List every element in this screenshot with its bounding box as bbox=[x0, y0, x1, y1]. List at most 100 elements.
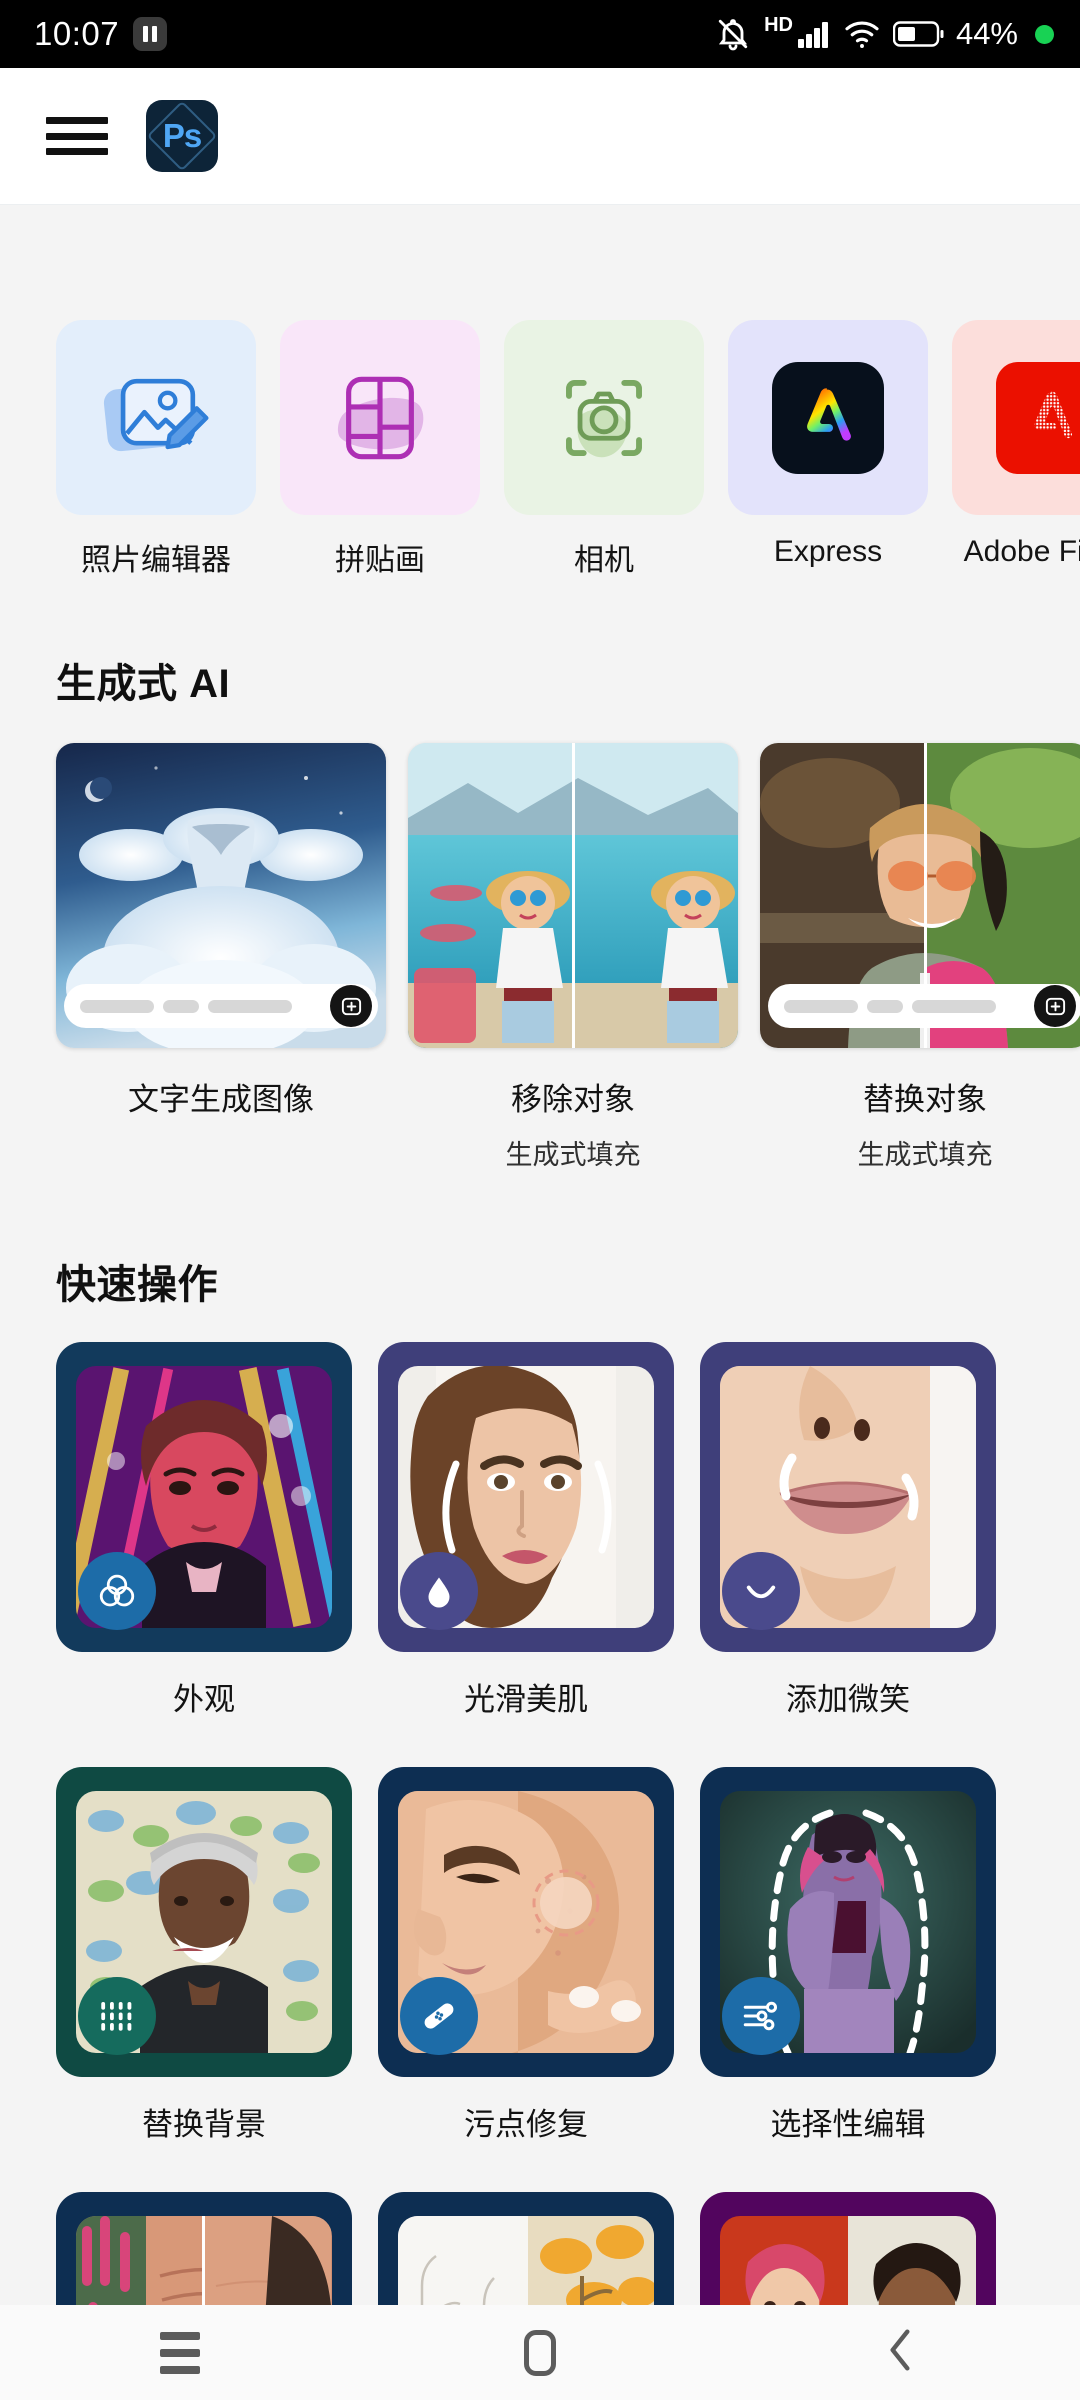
quick-action-add-smile[interactable]: 添加微笑 bbox=[700, 1342, 996, 1719]
gen-card-subtitle: 生成式填充 bbox=[857, 1140, 993, 1170]
beach-woman-before-after[interactable] bbox=[408, 743, 738, 1048]
dot-grid-icon[interactable] bbox=[78, 1977, 156, 2055]
shortcut-label: 拼贴画 bbox=[335, 544, 425, 577]
recents-icon bbox=[160, 2331, 200, 2374]
quick-action-card[interactable] bbox=[378, 1767, 674, 2077]
generative-ai-section: 生成式 AI 文字生成图像 移除对象 生成式填充 替换对象 生成式填充 bbox=[0, 651, 1080, 1172]
face-wrinkle-before-after-photo bbox=[76, 2216, 332, 2305]
prompt-input-bar[interactable] bbox=[64, 984, 378, 1028]
shortcut-label: Express bbox=[773, 535, 883, 568]
green-recording-dot bbox=[1035, 24, 1054, 44]
bell-muted-icon bbox=[715, 16, 751, 52]
quick-action-partial-3[interactable] bbox=[700, 2192, 996, 2305]
collage-grid-icon[interactable] bbox=[280, 320, 480, 515]
shortcut-express[interactable]: Express bbox=[728, 320, 928, 579]
gen-card-title: 移除对象 bbox=[511, 1082, 635, 1117]
shortcut-firefly[interactable]: Adobe Firefly bbox=[952, 320, 1080, 579]
gen-card-text-to-image[interactable]: 文字生成图像 bbox=[56, 743, 386, 1172]
back-icon bbox=[878, 2322, 922, 2383]
prompt-placeholder-line bbox=[912, 999, 996, 1013]
back-button[interactable] bbox=[825, 2305, 975, 2400]
gen-card-title: 文字生成图像 bbox=[128, 1082, 314, 1117]
status-bar-left: 10:07 bbox=[34, 15, 168, 53]
prompt-placeholder-line bbox=[208, 999, 292, 1013]
bandage-icon[interactable] bbox=[400, 1977, 478, 2055]
quick-action-label: 污点修复 bbox=[464, 2107, 588, 2142]
shortcut-label: 照片编辑器 bbox=[81, 544, 231, 577]
pause-icon bbox=[133, 17, 168, 51]
adobe-firefly-icon[interactable] bbox=[952, 320, 1080, 515]
shortcut-label: Adobe Firefly bbox=[963, 535, 1080, 568]
wifi-icon bbox=[844, 19, 880, 49]
generate-badge-icon[interactable] bbox=[1034, 985, 1076, 1027]
camera-icon[interactable] bbox=[504, 320, 704, 515]
home-icon bbox=[524, 2329, 556, 2376]
gen-card-title: 替换对象 bbox=[863, 1082, 987, 1117]
prompt-placeholder-line bbox=[80, 999, 154, 1013]
cloud-dress-night-sky[interactable] bbox=[56, 743, 386, 1048]
shortcut-camera[interactable]: 相机 bbox=[504, 320, 704, 579]
winter-autumn-scene-photo bbox=[398, 2216, 654, 2305]
prompt-placeholder-line bbox=[163, 999, 199, 1013]
quick-action-card[interactable] bbox=[700, 1342, 996, 1652]
shortcut-photo-editor[interactable]: 照片编辑器 bbox=[56, 320, 256, 579]
quick-action-card[interactable] bbox=[378, 2192, 674, 2305]
app-shortcuts-row[interactable]: 照片编辑器 拼贴画 相机 Express Adobe F bbox=[0, 205, 1080, 579]
signal-bars-icon bbox=[797, 19, 831, 49]
quick-actions-grid[interactable]: 外观 光滑美肌 添加微笑 替换背景 污点修复 选择性编辑 bbox=[0, 1342, 1080, 2305]
battery-icon bbox=[892, 20, 945, 48]
quick-action-label: 替换背景 bbox=[142, 2107, 266, 2142]
section-title-generative-ai: 生成式 AI bbox=[56, 662, 231, 706]
system-navigation-bar[interactable] bbox=[0, 2305, 1080, 2400]
quick-action-card[interactable] bbox=[56, 1342, 352, 1652]
logo-text: Ps bbox=[162, 117, 202, 154]
firefly-logo-inner bbox=[996, 361, 1080, 474]
prompt-placeholder-line bbox=[784, 999, 858, 1013]
shortcut-label: 相机 bbox=[574, 544, 634, 577]
recents-button[interactable] bbox=[105, 2305, 255, 2400]
hamburger-menu-icon[interactable] bbox=[46, 114, 108, 158]
photoshop-express-logo[interactable]: Ps bbox=[146, 100, 218, 172]
prompt-input-bar[interactable] bbox=[768, 984, 1080, 1028]
quick-action-card[interactable] bbox=[56, 1767, 352, 2077]
quick-action-label: 外观 bbox=[173, 1682, 235, 1717]
section-title-quick-actions: 快速操作 bbox=[56, 1263, 218, 1307]
gen-card-replace-object[interactable]: 替换对象 生成式填充 bbox=[760, 743, 1080, 1172]
smile-icon[interactable] bbox=[722, 1552, 800, 1630]
quick-action-partial-2[interactable] bbox=[378, 2192, 674, 2305]
quick-action-label: 添加微笑 bbox=[786, 1682, 910, 1717]
photo-editor-icon[interactable] bbox=[56, 320, 256, 515]
water-drop-icon[interactable] bbox=[400, 1552, 478, 1630]
three-circles-icon[interactable] bbox=[78, 1552, 156, 1630]
two-portraits-photo bbox=[720, 2216, 976, 2305]
quick-action-card[interactable] bbox=[700, 2192, 996, 2305]
quick-action-card[interactable] bbox=[700, 1767, 996, 2077]
quick-action-spot-heal[interactable]: 污点修复 bbox=[378, 1767, 674, 2144]
generate-badge-icon[interactable] bbox=[330, 985, 372, 1027]
home-button[interactable] bbox=[465, 2305, 615, 2400]
network-type-label: HD bbox=[764, 13, 793, 36]
gen-card-remove-object[interactable]: 移除对象 生成式填充 bbox=[408, 743, 738, 1172]
quick-action-smooth-skin[interactable]: 光滑美肌 bbox=[378, 1342, 674, 1719]
woman-shirt-color-swap[interactable] bbox=[760, 743, 1080, 1048]
status-bar-right: HD 44% bbox=[715, 13, 1054, 52]
generative-ai-carousel[interactable]: 文字生成图像 移除对象 生成式填充 替换对象 生成式填充 bbox=[0, 743, 1080, 1172]
status-bar: 10:07 HD 44% bbox=[0, 0, 1080, 68]
gen-card-subtitle: 生成式填充 bbox=[505, 1140, 641, 1170]
quick-action-look[interactable]: 外观 bbox=[56, 1342, 352, 1719]
quick-action-card[interactable] bbox=[56, 2192, 352, 2305]
quick-action-selective-edit[interactable]: 选择性编辑 bbox=[700, 1767, 996, 2144]
quick-action-partial-1[interactable] bbox=[56, 2192, 352, 2305]
quick-action-card[interactable] bbox=[378, 1342, 674, 1652]
status-bar-clock: 10:07 bbox=[34, 15, 120, 52]
quick-actions-section: 快速操作 外观 光滑美肌 添加微笑 替换背景 污点修复 选择性编辑 bbox=[0, 1252, 1080, 2305]
battery-percent-label: 44% bbox=[955, 16, 1018, 51]
prompt-placeholder-line bbox=[867, 999, 903, 1013]
quick-action-label: 光滑美肌 bbox=[464, 1682, 588, 1717]
adobe-express-icon[interactable] bbox=[728, 320, 928, 515]
shortcut-collage[interactable]: 拼贴画 bbox=[280, 320, 480, 579]
express-logo-inner bbox=[772, 361, 884, 474]
scroll-content[interactable]: 照片编辑器 拼贴画 相机 Express Adobe F 生成式 AI 文字生成… bbox=[0, 205, 1080, 2305]
sliders-icon[interactable] bbox=[722, 1977, 800, 2055]
quick-action-replace-background[interactable]: 替换背景 bbox=[56, 1767, 352, 2144]
